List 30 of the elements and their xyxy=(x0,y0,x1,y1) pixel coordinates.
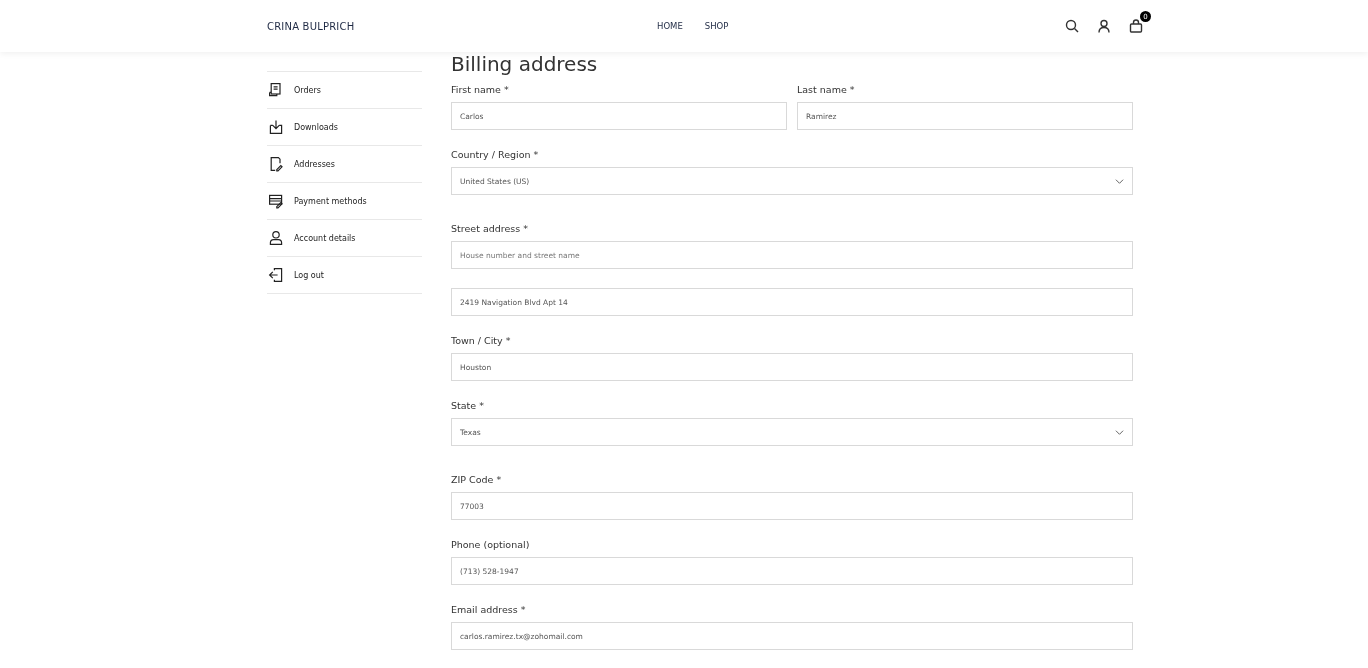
field-label: Phone (optional) xyxy=(451,539,531,551)
document-edit-icon xyxy=(268,156,284,172)
logout-icon xyxy=(268,267,284,283)
chevron-down-icon xyxy=(1115,176,1124,186)
sidebar-item[interactable]: Orders xyxy=(267,72,422,109)
download-icon xyxy=(268,119,284,135)
receipt-icon xyxy=(268,82,284,98)
sidebar-item[interactable]: Account details xyxy=(267,220,422,257)
card-icon xyxy=(268,193,284,209)
section-title: Billing address xyxy=(451,52,599,76)
field-label: Last name * xyxy=(797,84,856,96)
field-label: State * xyxy=(451,400,485,412)
field-label: ZIP Code * xyxy=(451,474,503,486)
user-icon[interactable] xyxy=(1097,19,1111,33)
chevron-down-icon xyxy=(1115,427,1124,437)
nav-link[interactable]: HOME xyxy=(657,21,683,31)
nav-link[interactable]: SHOP xyxy=(704,21,729,31)
search-icon[interactable] xyxy=(1065,19,1079,33)
sidebar-item[interactable]: Addresses xyxy=(267,146,422,183)
sidebar-item[interactable]: Log out xyxy=(267,257,422,294)
field-label: Street address * xyxy=(451,223,529,235)
person-icon xyxy=(268,230,284,246)
brand-name[interactable]: CRINA BULPRICH xyxy=(267,20,657,32)
field-label: Town / City * xyxy=(451,335,512,347)
field-label: First name * xyxy=(451,84,510,96)
field-label: Country / Region * xyxy=(451,149,540,161)
sidebar-item[interactable]: Payment methods xyxy=(267,183,422,220)
sidebar-item[interactable]: Downloads xyxy=(267,109,422,146)
shopping-bag-icon[interactable] xyxy=(1129,19,1143,33)
field-label: Email address * xyxy=(451,604,527,616)
